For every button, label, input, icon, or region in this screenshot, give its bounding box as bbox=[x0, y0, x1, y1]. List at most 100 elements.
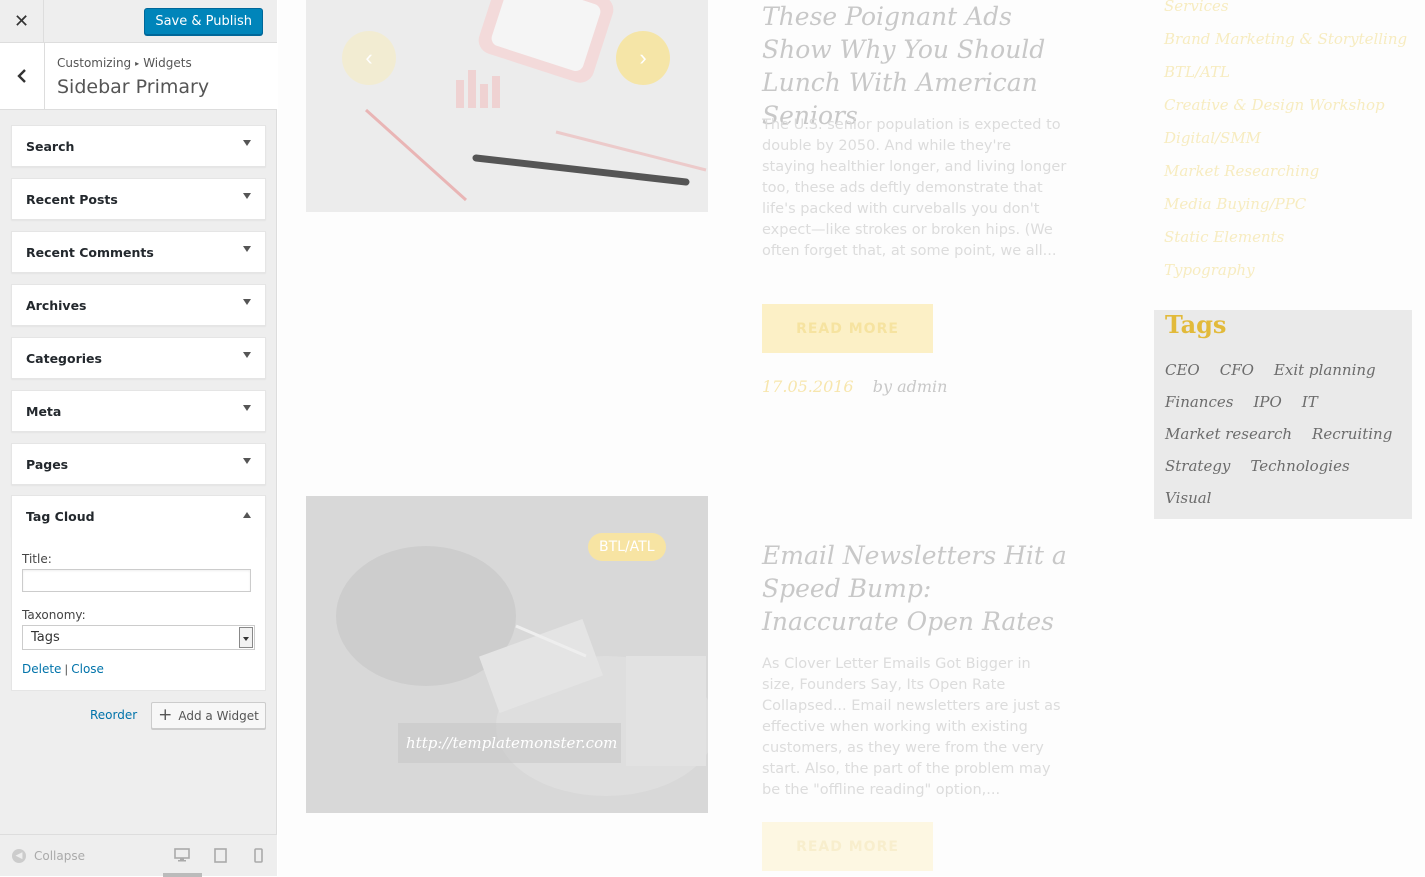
actions-separator: | bbox=[64, 662, 68, 676]
post-meta: 17.05.2016 by admin bbox=[762, 377, 947, 396]
panel-title-section: Customizing ▸ Widgets Sidebar Primary bbox=[0, 43, 277, 110]
post-title-link[interactable]: These Poignant Ads Show Why You Should L… bbox=[762, 0, 1072, 132]
tag-link[interactable]: CFO bbox=[1220, 358, 1254, 382]
chevron-left-icon bbox=[17, 69, 26, 83]
category-badge[interactable]: BTL/ATL bbox=[588, 533, 666, 561]
post-excerpt: As Clover Letter Emails Got Bigger in si… bbox=[762, 656, 1061, 798]
close-customizer-button[interactable]: ✕ bbox=[0, 0, 44, 43]
back-button[interactable] bbox=[0, 43, 45, 109]
widget-search[interactable]: Search bbox=[11, 125, 266, 167]
widget-title: Archives bbox=[26, 298, 87, 313]
add-widget-label: Add a Widget bbox=[178, 708, 259, 723]
widget-title: Recent Comments bbox=[26, 245, 154, 260]
reorder-link[interactable]: Reorder bbox=[90, 708, 137, 722]
expand-arrow-icon[interactable] bbox=[243, 246, 251, 252]
category-link[interactable]: Services bbox=[1164, 0, 1407, 23]
breadcrumb-customizing: Customizing bbox=[57, 56, 132, 70]
widget-pages[interactable]: Pages bbox=[11, 443, 266, 485]
chevron-right-icon: › bbox=[639, 45, 647, 70]
plus-icon: + bbox=[158, 705, 173, 725]
widget-recent-posts[interactable]: Recent Posts bbox=[11, 178, 266, 220]
breadcrumb: Customizing ▸ Widgets bbox=[57, 56, 192, 70]
tag-link[interactable]: IPO bbox=[1253, 390, 1281, 414]
post-image-slider: ‹ › bbox=[306, 0, 708, 212]
add-widget-button[interactable]: + Add a Widget bbox=[151, 702, 266, 729]
collapse-button[interactable]: ◀ Collapse bbox=[12, 849, 85, 863]
widget-title: Recent Posts bbox=[26, 192, 118, 207]
tag-cloud-widget-form: Title: Taxonomy: Tags Delete | Close bbox=[11, 536, 266, 691]
collapse-arrow-icon: ◀ bbox=[12, 849, 26, 863]
expand-arrow-icon[interactable] bbox=[243, 193, 251, 199]
close-widget-link[interactable]: Close bbox=[71, 662, 104, 676]
delete-widget-link[interactable]: Delete bbox=[22, 662, 61, 676]
image-overlay-link[interactable]: http://templatemonster.com bbox=[398, 723, 621, 763]
post-excerpt: The U.S. senior population is expected t… bbox=[762, 117, 1067, 259]
widget-title: Search bbox=[26, 139, 75, 154]
slider-next-button[interactable]: › bbox=[616, 31, 670, 85]
tag-link[interactable]: Recruiting bbox=[1312, 422, 1392, 446]
tablet-preview-icon[interactable] bbox=[214, 848, 227, 868]
widget-title: Categories bbox=[26, 351, 102, 366]
category-link[interactable]: Creative & Design Workshop bbox=[1164, 89, 1407, 122]
tag-link[interactable]: CEO bbox=[1165, 358, 1200, 382]
taxonomy-select[interactable]: Tags bbox=[22, 625, 255, 650]
read-more-button[interactable]: READ MORE bbox=[762, 822, 933, 871]
tag-link[interactable]: Finances bbox=[1165, 390, 1233, 414]
expand-arrow-icon[interactable] bbox=[243, 352, 251, 358]
category-link[interactable]: Digital/SMM bbox=[1164, 122, 1407, 155]
mobile-preview-icon[interactable] bbox=[254, 848, 263, 868]
category-link[interactable]: Typography bbox=[1164, 254, 1407, 287]
widget-title: Meta bbox=[26, 404, 62, 419]
expand-arrow-icon[interactable] bbox=[243, 140, 251, 146]
taxonomy-label: Taxonomy: bbox=[22, 608, 86, 622]
customizer-panel: ✕ Save & Publish Customizing ▸ Widgets Sid… bbox=[0, 0, 277, 877]
slider-prev-button[interactable]: ‹ bbox=[342, 31, 396, 85]
site-preview: ‹ › These Poignant Ads Show Why You Shou… bbox=[278, 0, 1425, 876]
widget-categories[interactable]: Categories bbox=[11, 337, 266, 379]
widget-recent-comments[interactable]: Recent Comments bbox=[11, 231, 266, 273]
tag-link[interactable]: Strategy bbox=[1165, 454, 1230, 478]
category-link[interactable]: Market Researching bbox=[1164, 155, 1407, 188]
tags-widget-title: Tags bbox=[1165, 310, 1227, 339]
post-author[interactable]: by admin bbox=[873, 377, 948, 396]
widget-archives[interactable]: Archives bbox=[11, 284, 266, 326]
tag-link[interactable]: Market research bbox=[1165, 422, 1292, 446]
expand-arrow-icon[interactable] bbox=[243, 299, 251, 305]
customizer-header: ✕ Save & Publish bbox=[0, 0, 277, 43]
panel-title: Sidebar Primary bbox=[57, 76, 210, 98]
dropdown-arrow-icon[interactable] bbox=[239, 627, 253, 648]
collapse-arrow-icon[interactable] bbox=[243, 512, 251, 518]
customizer-footer: ◀ Collapse bbox=[0, 834, 277, 877]
expand-arrow-icon[interactable] bbox=[243, 458, 251, 464]
breadcrumb-separator-icon: ▸ bbox=[135, 59, 140, 68]
widget-meta[interactable]: Meta bbox=[11, 390, 266, 432]
post-date[interactable]: 17.05.2016 bbox=[762, 377, 854, 396]
taxonomy-selected-value: Tags bbox=[31, 630, 60, 645]
tag-link[interactable]: Technologies bbox=[1250, 454, 1349, 478]
category-link[interactable]: Media Buying/PPC bbox=[1164, 188, 1407, 221]
tag-cloud-widget-preview[interactable]: Tags CEO CFO Exit planning Finances IPO … bbox=[1154, 310, 1412, 519]
title-label: Title: bbox=[22, 552, 52, 566]
tag-link[interactable]: Visual bbox=[1165, 486, 1211, 510]
tag-cloud: CEO CFO Exit planning Finances IPO IT Ma… bbox=[1165, 358, 1405, 510]
tag-link[interactable]: IT bbox=[1302, 390, 1318, 414]
category-link[interactable]: BTL/ATL bbox=[1164, 56, 1407, 89]
collapse-label: Collapse bbox=[34, 849, 85, 863]
chevron-left-icon: ‹ bbox=[365, 45, 373, 70]
read-more-button[interactable]: READ MORE bbox=[762, 304, 933, 353]
widget-title: Pages bbox=[26, 457, 69, 472]
widget-tag-cloud[interactable]: Tag Cloud bbox=[11, 495, 266, 537]
breadcrumb-widgets: Widgets bbox=[143, 56, 192, 70]
active-device-indicator bbox=[163, 873, 202, 877]
category-link[interactable]: Brand Marketing & Storytelling bbox=[1164, 23, 1407, 56]
tag-link[interactable]: Exit planning bbox=[1274, 358, 1376, 382]
post-title-link[interactable]: Email Newsletters Hit a Speed Bump: Inac… bbox=[762, 539, 1072, 638]
close-icon: ✕ bbox=[13, 11, 30, 31]
category-link[interactable]: Static Elements bbox=[1164, 221, 1407, 254]
expand-arrow-icon[interactable] bbox=[243, 405, 251, 411]
save-publish-button[interactable]: Save & Publish bbox=[144, 8, 263, 35]
categories-list: Services Brand Marketing & Storytelling … bbox=[1164, 0, 1407, 287]
title-input[interactable] bbox=[22, 569, 251, 592]
widget-actions: Delete | Close bbox=[22, 662, 104, 676]
desktop-preview-icon[interactable] bbox=[174, 848, 190, 867]
